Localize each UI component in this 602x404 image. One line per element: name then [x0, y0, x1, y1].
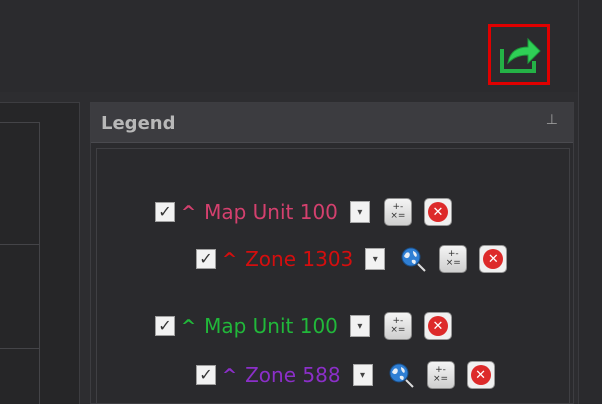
share-export-icon — [500, 37, 541, 73]
pin-icon[interactable]: ⊥ — [546, 112, 558, 128]
globe-search-icon — [401, 247, 426, 272]
calculator-button[interactable]: +- ×= — [383, 312, 412, 340]
calculator-icon: +- ×= — [390, 316, 406, 335]
legend-title: Legend — [101, 113, 176, 134]
legend-row: ✓ ^ Map Unit 100 ▾ +- ×= ✕ — [155, 310, 452, 342]
expand-caret-icon[interactable]: ^ — [181, 316, 196, 337]
calculator-icon: +- ×= — [445, 249, 461, 268]
expand-caret-icon[interactable]: ^ — [222, 249, 237, 270]
close-icon: ✕ — [427, 202, 448, 222]
remove-layer-button[interactable]: ✕ — [479, 245, 508, 273]
chevron-down-icon: ▾ — [357, 320, 363, 332]
expand-caret-icon[interactable]: ^ — [181, 202, 196, 223]
legend-row: ✓ ^ Map Unit 100 ▾ +- ×= ✕ — [155, 196, 452, 228]
layer-label: Map Unit 100 — [204, 314, 338, 338]
layer-checkbox[interactable]: ✓ — [196, 249, 216, 269]
calculator-button[interactable]: +- ×= — [383, 198, 412, 226]
layer-label: Map Unit 100 — [204, 200, 338, 224]
calculator-icon: +- ×= — [390, 202, 406, 221]
layer-checkbox[interactable]: ✓ — [155, 202, 175, 222]
layer-checkbox[interactable]: ✓ — [155, 316, 175, 336]
remove-layer-button[interactable]: ✕ — [423, 312, 452, 340]
expand-caret-icon[interactable]: ^ — [222, 365, 237, 386]
layer-checkbox[interactable]: ✓ — [196, 365, 216, 385]
legend-row: ✓ ^ Zone 1303 ▾ +- ×= ✕ — [196, 243, 508, 275]
layer-label: Zone 1303 — [245, 247, 354, 271]
legend-row: ✓ ^ Zone 588 ▾ +- ×= ✕ — [196, 359, 495, 391]
layer-dropdown[interactable]: ▾ — [349, 201, 370, 223]
chevron-down-icon: ▾ — [357, 206, 363, 218]
left-panel-frame — [0, 122, 40, 404]
right-edge-panel — [578, 0, 602, 404]
close-icon: ✕ — [427, 316, 448, 336]
left-panel-divider — [0, 348, 40, 349]
layer-dropdown[interactable]: ▾ — [352, 364, 373, 386]
remove-layer-button[interactable]: ✕ — [423, 198, 452, 226]
export-button[interactable] — [488, 24, 550, 85]
layer-dropdown[interactable]: ▾ — [365, 248, 386, 270]
layer-dropdown[interactable]: ▾ — [349, 315, 370, 337]
layer-label: Zone 588 — [245, 363, 341, 387]
globe-search-icon — [389, 363, 414, 388]
close-icon: ✕ — [483, 249, 504, 269]
remove-layer-button[interactable]: ✕ — [466, 361, 495, 389]
zoom-to-layer-button[interactable] — [399, 245, 427, 273]
left-panel-divider — [0, 244, 40, 245]
zoom-to-layer-button[interactable] — [387, 361, 415, 389]
legend-header: Legend ⊥ — [91, 103, 573, 143]
close-icon: ✕ — [470, 365, 491, 385]
calculator-icon: +- ×= — [433, 365, 449, 384]
calculator-button[interactable]: +- ×= — [426, 361, 455, 389]
chevron-down-icon: ▾ — [372, 253, 378, 265]
chevron-down-icon: ▾ — [360, 369, 366, 381]
calculator-button[interactable]: +- ×= — [439, 245, 468, 273]
